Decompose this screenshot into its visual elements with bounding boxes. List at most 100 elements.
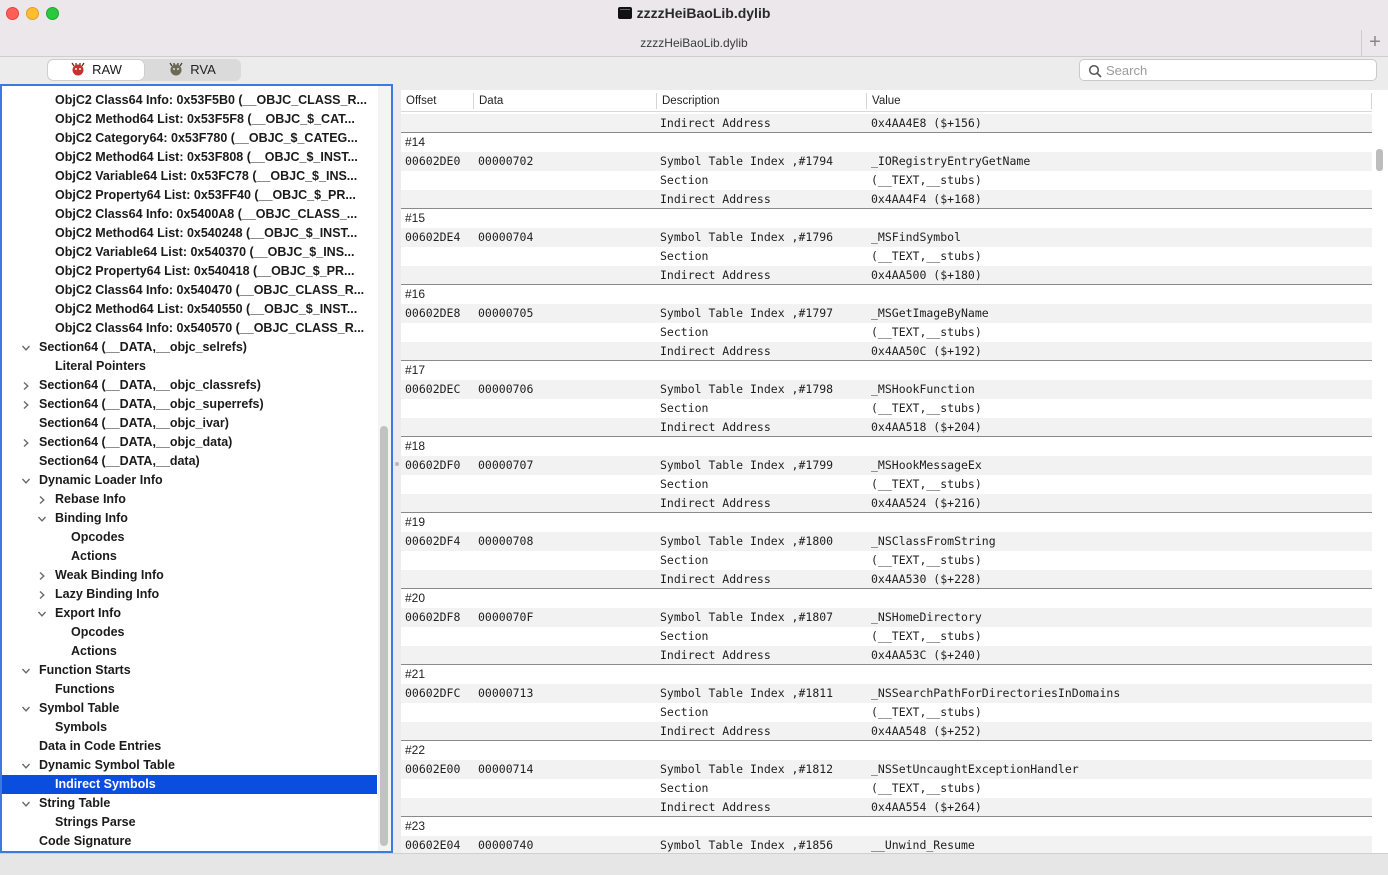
table-row[interactable]: Indirect Address 0x4AA524 ($+216) xyxy=(401,494,1372,513)
table-group-header[interactable]: #19 xyxy=(401,513,1372,532)
tree-item[interactable]: Section64 (__DATA,__objc_classrefs) xyxy=(2,376,377,395)
tree-item[interactable]: Section64 (__DATA,__objc_data) xyxy=(2,433,377,452)
tree-item[interactable]: Dynamic Symbol Table xyxy=(2,756,377,775)
rva-mode-button[interactable]: RVA xyxy=(144,60,240,80)
table-scrollbar[interactable] xyxy=(1376,149,1383,171)
table-row[interactable]: 00602E04 00000740 Symbol Table Index ,#185… xyxy=(401,836,1372,853)
tree-item[interactable]: Function Starts xyxy=(2,661,377,680)
tree-item[interactable]: Actions xyxy=(2,642,377,661)
disclosure-chevron-down-icon[interactable] xyxy=(21,799,31,809)
table-group-header[interactable]: #17 xyxy=(401,361,1372,380)
disclosure-chevron-right-icon[interactable] xyxy=(37,571,47,581)
tree-item[interactable]: ObjC2 Method64 List: 0x540550 (__OBJC_$_… xyxy=(2,300,377,319)
table-row[interactable]: Indirect Address 0x4AA53C ($+240) xyxy=(401,646,1372,665)
raw-mode-button[interactable]: RAW xyxy=(48,60,144,80)
add-tab-button[interactable]: + xyxy=(1361,30,1388,56)
table-row[interactable]: Section (__TEXT,__stubs) xyxy=(401,475,1372,494)
table-row[interactable]: Section (__TEXT,__stubs) xyxy=(401,779,1372,798)
table-row[interactable]: Section (__TEXT,__stubs) xyxy=(401,247,1372,266)
table-row[interactable]: 00602DEC 00000706 Symbol Table Index ,#179… xyxy=(401,380,1372,399)
table-row[interactable]: Section (__TEXT,__stubs) xyxy=(401,399,1372,418)
search-input[interactable] xyxy=(1106,61,1371,79)
tree-item[interactable]: Weak Binding Info xyxy=(2,566,377,585)
tree-item[interactable]: Lazy Binding Info xyxy=(2,585,377,604)
table-row[interactable]: 00602DE0 00000702 Symbol Table Index ,#179… xyxy=(401,152,1372,171)
table-group-header[interactable]: #22 xyxy=(401,741,1372,760)
table-row[interactable]: 00602DE4 00000704 Symbol Table Index ,#179… xyxy=(401,228,1372,247)
tree-item[interactable]: Code Signature xyxy=(2,832,377,851)
disclosure-chevron-down-icon[interactable] xyxy=(37,514,47,524)
table-row[interactable]: Section (__TEXT,__stubs) xyxy=(401,703,1372,722)
table-row[interactable]: Indirect Address 0x4AA4E8 ($+156) xyxy=(401,114,1372,133)
column-header-value[interactable]: Value xyxy=(867,90,901,112)
table-row[interactable]: 00602DE8 00000705 Symbol Table Index ,#179… xyxy=(401,304,1372,323)
column-divider[interactable] xyxy=(1371,93,1372,109)
tree-item[interactable]: ObjC2 Class64 Info: 0x53F5B0 (__OBJC_CLA… xyxy=(2,91,377,110)
tree-item[interactable]: ObjC2 Class64 Info: 0x5400A8 (__OBJC_CLA… xyxy=(2,205,377,224)
table-row[interactable]: 00602DF4 00000708 Symbol Table Index ,#180… xyxy=(401,532,1372,551)
tree-item[interactable]: Data in Code Entries xyxy=(2,737,377,756)
tree-item[interactable]: Symbols xyxy=(2,718,377,737)
tree-item[interactable]: Section64 (__DATA,__objc_superrefs) xyxy=(2,395,377,414)
column-header-data[interactable]: Data xyxy=(474,90,503,112)
table-row[interactable]: 00602DF0 00000707 Symbol Table Index ,#179… xyxy=(401,456,1372,475)
disclosure-chevron-down-icon[interactable] xyxy=(21,761,31,771)
tree-item[interactable]: ObjC2 Property64 List: 0x540418 (__OBJC_… xyxy=(2,262,377,281)
tree-item[interactable]: Export Info xyxy=(2,604,377,623)
tree-item[interactable]: ObjC2 Variable64 List: 0x540370 (__OBJC_… xyxy=(2,243,377,262)
tree-item[interactable]: ObjC2 Method64 List: 0x53F5F8 (__OBJC_$_… xyxy=(2,110,377,129)
disclosure-chevron-down-icon[interactable] xyxy=(21,666,31,676)
tree-item[interactable]: ObjC2 Category64: 0x53F780 (__OBJC_$_CAT… xyxy=(2,129,377,148)
table-group-header[interactable]: #21 xyxy=(401,665,1372,684)
table-row[interactable]: Section (__TEXT,__stubs) xyxy=(401,171,1372,190)
tree-item[interactable]: Opcodes xyxy=(2,528,377,547)
tree-item[interactable]: Strings Parse xyxy=(2,813,377,832)
table-row[interactable]: Indirect Address 0x4AA530 ($+228) xyxy=(401,570,1372,589)
table-row[interactable]: Indirect Address 0x4AA554 ($+264) xyxy=(401,798,1372,817)
tree-item[interactable]: ObjC2 Property64 List: 0x53FF40 (__OBJC_… xyxy=(2,186,377,205)
disclosure-chevron-down-icon[interactable] xyxy=(21,476,31,486)
table-group-header[interactable]: #23 xyxy=(401,817,1372,836)
disclosure-chevron-down-icon[interactable] xyxy=(21,704,31,714)
tree-item[interactable]: ObjC2 Class64 Info: 0x540470 (__OBJC_CLA… xyxy=(2,281,377,300)
tree-item[interactable]: Binding Info xyxy=(2,509,377,528)
disclosure-chevron-right-icon[interactable] xyxy=(37,590,47,600)
table-group-header[interactable]: #18 xyxy=(401,437,1372,456)
column-header-description[interactable]: Description xyxy=(657,90,720,112)
table-group-header[interactable]: #20 xyxy=(401,589,1372,608)
disclosure-chevron-right-icon[interactable] xyxy=(21,381,31,391)
table-row[interactable]: Section (__TEXT,__stubs) xyxy=(401,627,1372,646)
table-row[interactable]: Section (__TEXT,__stubs) xyxy=(401,551,1372,570)
table-row[interactable]: Indirect Address 0x4AA548 ($+252) xyxy=(401,722,1372,741)
disclosure-chevron-down-icon[interactable] xyxy=(37,609,47,619)
table-row[interactable]: Indirect Address 0x4AA500 ($+180) xyxy=(401,266,1372,285)
tree-item[interactable]: Opcodes xyxy=(2,623,377,642)
table-group-header[interactable]: #15 xyxy=(401,209,1372,228)
tree-item[interactable]: ObjC2 Variable64 List: 0x53FC78 (__OBJC_… xyxy=(2,167,377,186)
column-header-offset[interactable]: Offset xyxy=(401,90,436,112)
tree-item[interactable]: Symbol Table xyxy=(2,699,377,718)
tree-item[interactable]: Functions xyxy=(2,680,377,699)
tree-item[interactable]: ObjC2 Method64 List: 0x540248 (__OBJC_$_… xyxy=(2,224,377,243)
tree-item[interactable]: String Table xyxy=(2,794,377,813)
tree-item[interactable]: Dynamic Loader Info xyxy=(2,471,377,490)
tree-item[interactable]: Literal Pointers xyxy=(2,357,377,376)
disclosure-chevron-right-icon[interactable] xyxy=(21,438,31,448)
disclosure-chevron-right-icon[interactable] xyxy=(37,495,47,505)
tree-item[interactable]: Indirect Symbols xyxy=(2,775,377,794)
split-view-divider[interactable] xyxy=(393,84,401,853)
search-field[interactable] xyxy=(1079,59,1377,81)
table-row[interactable]: Indirect Address 0x4AA518 ($+204) xyxy=(401,418,1372,437)
table-group-header[interactable]: #16 xyxy=(401,285,1372,304)
tree-item[interactable]: Actions xyxy=(2,547,377,566)
table-row[interactable]: Indirect Address 0x4AA4F4 ($+168) xyxy=(401,190,1372,209)
tree-item[interactable]: Section64 (__DATA,__data) xyxy=(2,452,377,471)
tab-title[interactable]: zzzzHeiBaoLib.dylib xyxy=(0,36,1388,50)
tree-item[interactable]: ObjC2 Method64 List: 0x53F808 (__OBJC_$_… xyxy=(2,148,377,167)
disclosure-chevron-down-icon[interactable] xyxy=(21,343,31,353)
table-row[interactable]: 00602DFC 00000713 Symbol Table Index ,#181… xyxy=(401,684,1372,703)
table-row[interactable]: 00602DF8 0000070F Symbol Table Index ,#180… xyxy=(401,608,1372,627)
table-group-header[interactable]: #14 xyxy=(401,133,1372,152)
tree-item[interactable]: Section64 (__DATA,__objc_ivar) xyxy=(2,414,377,433)
structure-outline[interactable]: ObjC2 Class64 Info: 0x53F5B0 (__OBJC_CLA… xyxy=(0,84,393,853)
